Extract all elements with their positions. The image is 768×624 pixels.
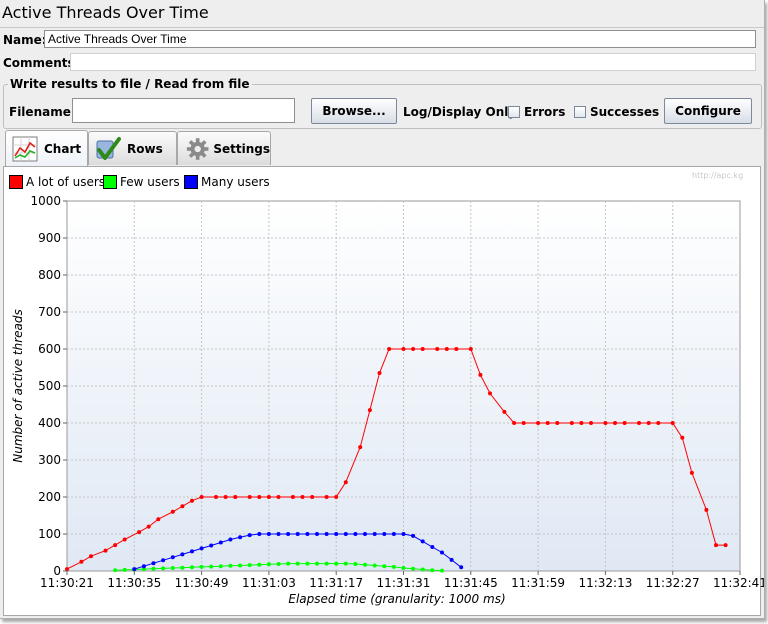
file-group-title: Write results to file / Read from file [10, 77, 250, 91]
checkmark-icon [96, 136, 121, 160]
legend-swatch-many-users [184, 175, 198, 189]
errors-checkbox[interactable] [508, 106, 520, 118]
comments-label: Comments: [3, 56, 80, 70]
filename-input[interactable] [72, 98, 295, 123]
successes-checkbox[interactable] [574, 106, 586, 118]
tab-rows[interactable]: Rows [88, 131, 177, 165]
tab-chart-label: Chart [44, 141, 82, 156]
tab-rows-label: Rows [127, 141, 163, 156]
tab-settings[interactable]: Settings [177, 131, 271, 165]
legend-swatch-few-users [103, 175, 117, 189]
title-divider [0, 27, 764, 28]
chart-icon [12, 136, 38, 161]
legend-label-a-lot-of-users: A lot of users [26, 175, 106, 189]
browse-button[interactable]: Browse... [311, 98, 397, 124]
filename-label: Filename [9, 105, 71, 119]
configure-button[interactable]: Configure [664, 98, 752, 124]
log-display-label: Log/Display Only: [403, 105, 521, 119]
gear-icon [186, 137, 209, 160]
tab-settings-label: Settings [213, 141, 270, 156]
name-field[interactable]: Active Threads Over Time [44, 30, 756, 48]
legend-swatch-a-lot-of-users [9, 175, 23, 189]
legend-label-few-users: Few users [120, 175, 180, 189]
window-title: Active Threads Over Time [2, 3, 209, 22]
comments-field[interactable] [70, 53, 756, 71]
successes-label: Successes [590, 105, 660, 119]
tab-chart[interactable]: Chart [5, 130, 88, 166]
legend-label-many-users: Many users [201, 175, 270, 189]
window: Active Threads Over Time Name: Active Th… [0, 0, 765, 619]
errors-label: Errors [524, 105, 566, 119]
watermark: http://apc.kg [692, 171, 744, 180]
name-label: Name: [3, 33, 47, 47]
chart-panel [3, 166, 761, 616]
